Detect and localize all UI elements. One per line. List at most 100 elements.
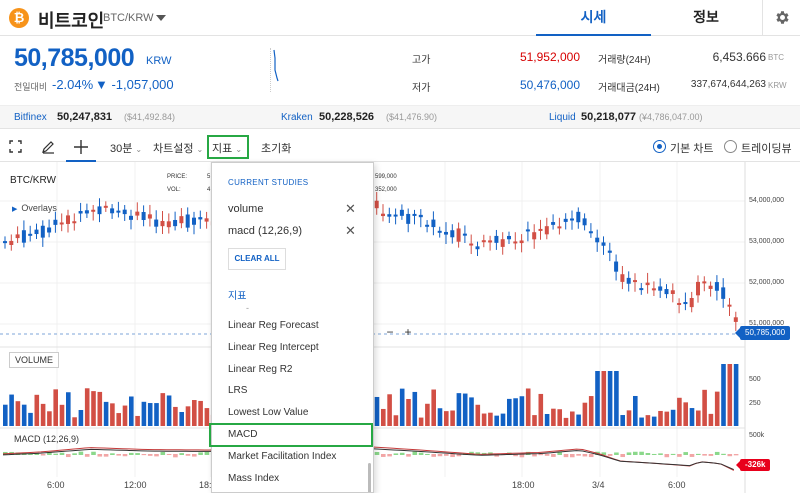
volume-bar (563, 417, 569, 426)
study-option[interactable]: Linear Reg R2 (228, 364, 292, 375)
chart-tradingview-label[interactable]: 트레이딩뷰 (741, 140, 792, 156)
macd-histogram-bar (532, 454, 537, 457)
x-axis-label: 18:00 (512, 480, 535, 490)
candle-body (683, 302, 688, 305)
study-option[interactable]: Linear Reg Forecast (228, 320, 319, 331)
candle-body (469, 243, 474, 246)
macd-histogram-bar (129, 452, 134, 455)
macd-histogram-bar (664, 454, 670, 458)
exchange-name[interactable]: Bitfinex (14, 112, 47, 123)
volume-bar (179, 411, 184, 426)
exchange-name[interactable]: Kraken (281, 112, 313, 123)
candle-body (494, 235, 499, 243)
macd-histogram-bar (551, 454, 556, 457)
volume-bar (425, 403, 430, 426)
section-separator: - (246, 303, 249, 313)
volume-bar (450, 410, 455, 426)
chart-settings-select[interactable]: 차트설정 ⌄ (153, 140, 203, 156)
candle-body (135, 211, 140, 216)
candle-body (91, 209, 96, 212)
candle-body (53, 219, 58, 225)
macd-panel-label[interactable]: MACD (12,26,9) (14, 434, 79, 444)
close-icon[interactable]: ✕ (345, 201, 356, 217)
indicator-select[interactable]: 지표 ⌄ (212, 140, 242, 156)
macd-histogram-bar (588, 454, 594, 458)
candle-body (620, 274, 625, 282)
volume-bar (84, 388, 90, 426)
study-option[interactable]: Mass Index (228, 473, 279, 484)
volume-bar (601, 371, 607, 426)
volume-bar (406, 398, 411, 426)
hover-price-fragment: 5 (207, 174, 211, 180)
candle-body (198, 217, 203, 220)
study-option[interactable]: Linear Reg Intercept (228, 342, 319, 353)
macd-histogram-bar (40, 454, 46, 456)
candle-body (689, 298, 694, 308)
volume-bar (91, 391, 96, 426)
exchange-price: 50,218,077 (581, 111, 637, 123)
coin-pair[interactable]: BTC/KRW (103, 12, 154, 24)
macd-histogram-bar (91, 451, 96, 455)
macd-histogram-bar (570, 454, 575, 458)
candle-body (393, 214, 398, 217)
candle-body (437, 230, 442, 233)
chart-basic-radio[interactable] (653, 140, 666, 153)
macd-histogram-bar (97, 454, 103, 457)
volume-bar (456, 393, 462, 426)
volume-bar (658, 410, 663, 426)
chart-basic-label[interactable]: 기본 차트 (670, 140, 714, 156)
volume-bar (173, 406, 178, 426)
y-axis-label: 250 (749, 400, 761, 407)
overlays-toggle[interactable]: Overlays (12, 203, 57, 213)
last-price-tag: 50,785,000 (735, 326, 790, 340)
coin-name[interactable]: 비트코인 (38, 7, 104, 33)
volume-bar (381, 408, 386, 426)
crosshair-button[interactable] (66, 132, 96, 162)
current-study-item[interactable]: volume (228, 203, 263, 215)
candle-body (116, 210, 121, 213)
macd-histogram-bar (103, 454, 109, 457)
macd-histogram-bar (444, 454, 449, 456)
study-option[interactable]: LRS (228, 385, 247, 396)
zoom-out-button[interactable]: − (381, 325, 399, 339)
macd-histogram-bar (670, 453, 676, 455)
interval-select[interactable]: 30분 ⌄ (110, 140, 142, 156)
volume-bar (110, 403, 115, 426)
zoom-in-button[interactable]: + (399, 325, 417, 339)
volume-bar (727, 364, 733, 426)
volume-bar (53, 389, 58, 426)
candle-body (399, 209, 404, 216)
study-option[interactable]: Market Facilitation Index (228, 451, 336, 462)
study-option[interactable]: Lowest Low Value (228, 407, 308, 418)
dropdown-scrollbar[interactable] (368, 463, 371, 492)
macd-histogram-bar (702, 454, 707, 456)
candle-body (670, 290, 675, 294)
volume-bar (532, 415, 537, 426)
tab-info[interactable]: 정보 (651, 0, 761, 36)
price-chart[interactable]: BTC/KRW Overlays PRICE: 5 VOL: 4 599,000… (0, 162, 800, 493)
settings-button[interactable] (762, 0, 800, 36)
macd-histogram-bar (192, 454, 197, 457)
volume-bar (3, 404, 8, 426)
fullscreen-icon[interactable] (9, 140, 22, 153)
candle-body (40, 225, 45, 238)
volume-bar (689, 408, 695, 426)
exchange-name[interactable]: Liquid (549, 112, 576, 123)
chart-tradingview-radio[interactable] (724, 140, 737, 153)
chevron-down-icon[interactable] (156, 15, 166, 21)
volume-bar (393, 415, 399, 426)
close-icon[interactable]: ✕ (345, 223, 356, 239)
exchange-usd: ($41,492.84) (124, 112, 176, 122)
pencil-icon[interactable] (41, 139, 56, 154)
reset-button[interactable]: 초기화 (261, 140, 291, 156)
macd-histogram-bar (727, 454, 733, 457)
clear-all-button[interactable]: CLEAR ALL (228, 248, 286, 270)
current-study-item[interactable]: macd (12,26,9) (228, 225, 302, 237)
volume-panel-label[interactable]: VOLUME (9, 352, 59, 368)
candle-body (500, 239, 505, 247)
tab-quote[interactable]: 시세 (536, 0, 651, 36)
crosshair-icon (74, 140, 88, 154)
candle-body (444, 231, 448, 235)
macd-histogram-bar (450, 454, 455, 458)
volume-bar (431, 389, 436, 426)
